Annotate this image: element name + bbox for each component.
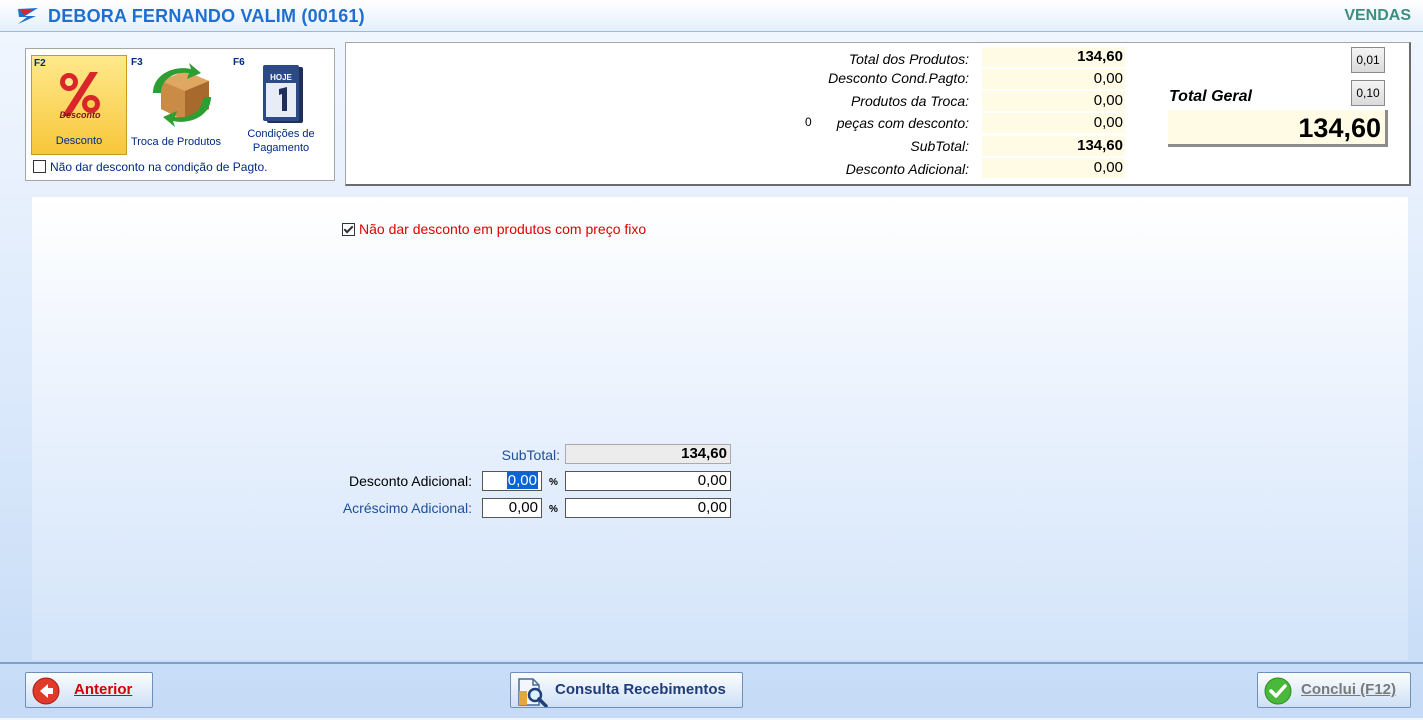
- subtotal-value: 134,60: [982, 136, 1125, 156]
- previous-button-label: Anterior: [74, 681, 133, 698]
- app-logo-icon: [18, 8, 38, 24]
- grand-total-value: 134,60: [1168, 110, 1388, 147]
- document-search-icon: [518, 678, 548, 707]
- title-bar: DEBORA FERNANDO VALIM (00161) VENDAS: [0, 0, 1423, 32]
- payment-conditions-label-line1: Condições de: [247, 128, 315, 140]
- calendar-icon: HOJE: [263, 65, 303, 123]
- percent-sign: %: [549, 477, 558, 488]
- function-key-label: F3: [131, 57, 143, 68]
- product-exchange-button[interactable]: F3 Troca de Produtos: [129, 55, 223, 153]
- discount-label: Desconto: [55, 135, 103, 147]
- surcharge-percent-input[interactable]: 0,00: [482, 498, 542, 518]
- previous-button[interactable]: Anterior: [25, 672, 153, 708]
- percent-icon: Desconto: [59, 72, 101, 120]
- conclude-button-label: Conclui (F12): [1301, 681, 1397, 698]
- check-circle-icon: [1264, 677, 1292, 705]
- checkbox-icon[interactable]: [33, 160, 46, 173]
- window-title: DEBORA FERNANDO VALIM (00161): [48, 6, 365, 26]
- subtotal-label: SubTotal:: [910, 138, 969, 154]
- form-surcharge-label: Acréscimo Adicional:: [342, 500, 472, 516]
- function-key-label: F2: [34, 58, 46, 69]
- function-key-label: F6: [233, 57, 245, 68]
- checkbox-label: Não dar desconto na condição de Pagto.: [50, 160, 268, 174]
- discount-percent-selection: 0,00: [506, 472, 538, 489]
- payment-conditions-button[interactable]: F6 HOJE Condições de Pagamento: [231, 55, 331, 154]
- no-discount-fixed-price-checkbox[interactable]: Não dar desconto em produtos com preço f…: [342, 221, 646, 237]
- totals-panel: Total dos Produtos: 134,60 Desconto Cond…: [345, 42, 1411, 186]
- payment-conditions-label-line2: Pagamento: [252, 142, 310, 154]
- checkbox-label: Não dar desconto em produtos com preço f…: [359, 221, 647, 237]
- percent-icon-text: Desconto: [59, 110, 101, 120]
- bottom-bar: Anterior Consulta Recebimentos Conclui (…: [0, 662, 1423, 720]
- round-010-button[interactable]: 0,10: [1351, 80, 1385, 106]
- arrow-left-icon: [32, 677, 60, 705]
- form-subtotal-label: SubTotal:: [501, 447, 560, 463]
- payment-condition-discount-label: Desconto Cond.Pagto:: [828, 70, 969, 86]
- form-subtotal-value: 134,60: [565, 444, 731, 464]
- additional-discount-label: Desconto Adicional:: [845, 161, 969, 177]
- percent-sign: %: [549, 504, 558, 515]
- function-panel: F2 Desconto Desconto F3 Troca de Produto…: [25, 48, 335, 181]
- round-001-button[interactable]: 0,01: [1351, 47, 1385, 73]
- total-products-value: 134,60: [982, 47, 1125, 67]
- discount-button[interactable]: F2 Desconto Desconto: [31, 55, 127, 155]
- product-exchange-label: Troca de Produtos: [130, 136, 222, 148]
- discount-percent-input[interactable]: 0,00: [482, 471, 542, 491]
- payments-lookup-button[interactable]: Consulta Recebimentos: [510, 672, 743, 708]
- payments-lookup-label: Consulta Recebimentos: [555, 681, 726, 698]
- no-discount-payment-condition-checkbox[interactable]: Não dar desconto na condição de Pagto.: [33, 160, 268, 174]
- box-exchange-icon: [153, 63, 211, 127]
- discount-value-input[interactable]: 0,00: [565, 471, 731, 491]
- discounted-pieces-count: 0: [805, 115, 812, 129]
- conclude-button[interactable]: Conclui (F12): [1257, 672, 1411, 708]
- form-discount-label: Desconto Adicional:: [349, 473, 472, 489]
- payment-condition-discount-value: 0,00: [982, 69, 1125, 89]
- discount-form-area: Não dar desconto em produtos com preço f…: [32, 197, 1408, 660]
- section-title: VENDAS: [1344, 7, 1411, 24]
- grand-total-label: Total Geral: [1169, 88, 1252, 105]
- exchange-products-label: Produtos da Troca:: [850, 93, 969, 109]
- additional-discount-value: 0,00: [982, 158, 1125, 178]
- total-products-label: Total dos Produtos:: [848, 51, 969, 67]
- surcharge-value-input[interactable]: 0,00: [565, 498, 731, 518]
- discounted-pieces-value: 0,00: [982, 113, 1125, 133]
- exchange-products-value: 0,00: [982, 91, 1125, 111]
- checkbox-icon[interactable]: [342, 223, 355, 236]
- discounted-pieces-label: peças com desconto:: [836, 115, 969, 131]
- calendar-icon-text: HOJE: [270, 73, 292, 82]
